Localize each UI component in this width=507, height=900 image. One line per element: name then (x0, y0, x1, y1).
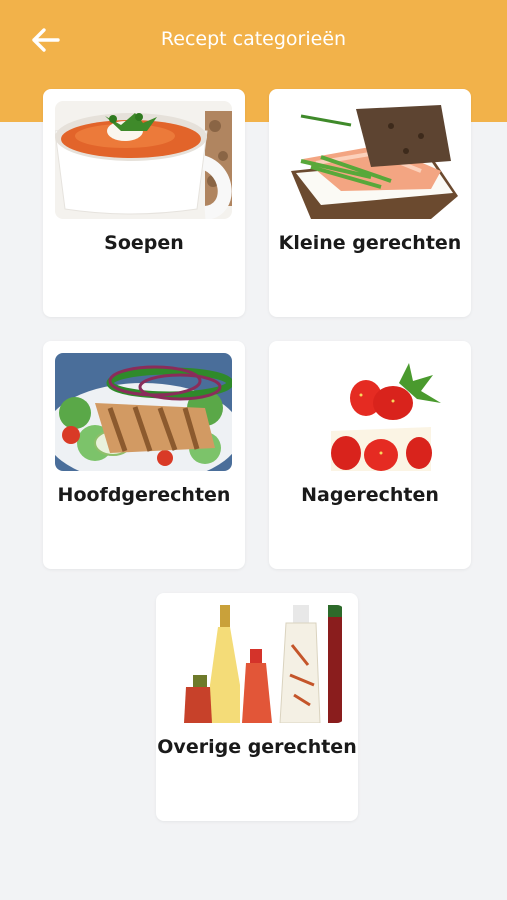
category-label: Soepen (104, 232, 184, 254)
category-card-soepen[interactable]: Soepen (43, 89, 245, 317)
category-card-hoofdgerechten[interactable]: Hoofdgerechten (43, 341, 245, 569)
category-label: Overige gerechten (157, 736, 357, 758)
category-label: Nagerechten (301, 484, 439, 506)
page-title: Recept categorieën (160, 28, 347, 50)
strawberry-cake-image (281, 353, 458, 471)
category-card-nagerechten[interactable]: Nagerechten (269, 341, 471, 569)
salmon-sandwich-image (281, 101, 458, 219)
infused-oil-bottles-image (168, 605, 345, 723)
category-card-kleine-gerechten[interactable]: Kleine gerechten (269, 89, 471, 317)
grilled-chicken-salad-image (55, 353, 232, 471)
category-label: Kleine gerechten (278, 232, 462, 254)
category-label: Hoofdgerechten (57, 484, 231, 506)
category-card-overige-gerechten[interactable]: Overige gerechten (156, 593, 358, 821)
tomato-soup-cup-image (55, 101, 232, 219)
